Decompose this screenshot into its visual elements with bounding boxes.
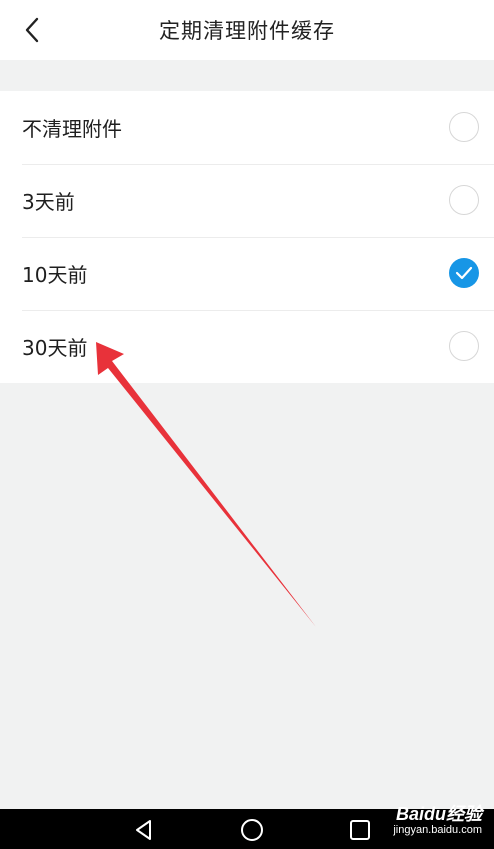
option-10-days[interactable]: 10天前 [0, 237, 494, 310]
radio-unchecked-icon[interactable] [449, 185, 479, 215]
option-label: 3天前 [22, 190, 75, 214]
circle-home-icon [241, 819, 263, 841]
nav-home-button[interactable] [237, 815, 267, 845]
radio-unchecked-icon[interactable] [449, 112, 479, 142]
radio-checked-icon[interactable] [449, 258, 479, 288]
nav-recent-button[interactable] [345, 815, 375, 845]
watermark-url: jingyan.baidu.com [393, 824, 482, 836]
option-list: 不清理附件 3天前 10天前 30天前 [0, 91, 494, 383]
option-no-clean[interactable]: 不清理附件 [0, 91, 494, 164]
option-label: 10天前 [22, 263, 88, 287]
baidu-watermark: Baidu经验 jingyan.baidu.com [393, 800, 482, 836]
square-recent-icon [350, 820, 370, 840]
app-header: 定期清理附件缓存 [0, 0, 494, 60]
option-label: 不清理附件 [22, 117, 122, 141]
option-30-days[interactable]: 30天前 [0, 310, 494, 383]
page-title: 定期清理附件缓存 [159, 19, 335, 43]
radio-unchecked-icon[interactable] [449, 331, 479, 361]
chevron-left-icon [25, 17, 39, 43]
nav-back-button[interactable] [129, 815, 159, 845]
option-label: 30天前 [22, 336, 88, 360]
back-button[interactable] [12, 10, 52, 50]
checkmark-icon [455, 266, 473, 280]
option-3-days[interactable]: 3天前 [0, 164, 494, 237]
triangle-back-icon [136, 820, 151, 840]
watermark-brand: Baidu经验 [395, 804, 482, 824]
